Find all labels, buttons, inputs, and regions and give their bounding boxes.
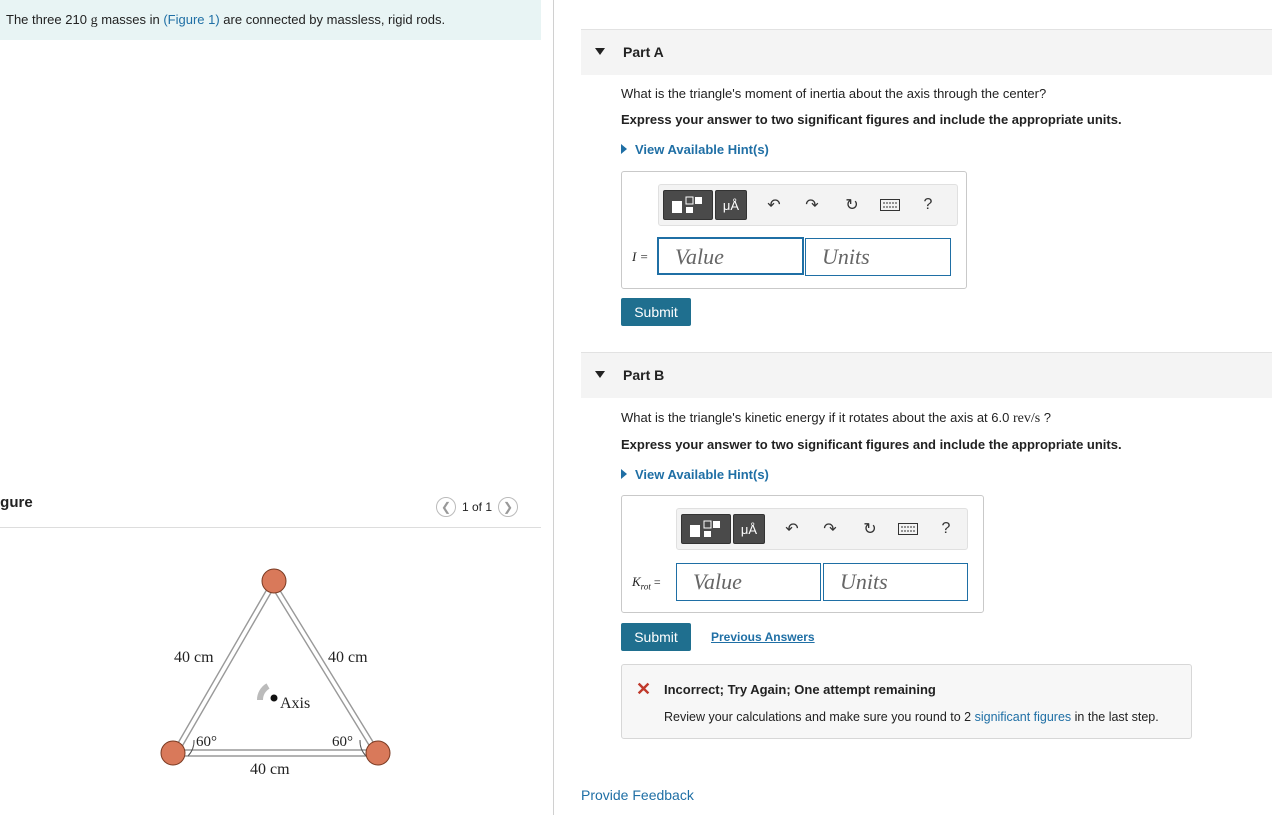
provide-feedback-link[interactable]: Provide Feedback (581, 787, 694, 803)
caret-right-icon (621, 469, 627, 479)
left-mass (160, 740, 186, 766)
top-mass (261, 568, 287, 594)
figure-link[interactable]: (Figure 1) (163, 12, 219, 27)
panel-divider (553, 0, 554, 815)
figure-divider (0, 527, 541, 528)
part-b-answer-box: μÅ ↶ ↷ ↻ ? Krot = Value Units (621, 495, 984, 613)
help-icon[interactable]: ? (917, 194, 939, 216)
templates-icon[interactable] (663, 190, 713, 220)
part-b-instruction: Express your answer to two significant f… (621, 437, 1122, 452)
feedback-title: Incorrect; Try Again; One attempt remain… (664, 682, 936, 697)
reset-icon[interactable]: ↻ (841, 194, 863, 216)
help-icon[interactable]: ? (935, 518, 957, 540)
part-a-title: Part A (623, 44, 664, 60)
part-a-answer-box: μÅ ↶ ↷ ↻ ? I = Value Units (621, 171, 967, 289)
part-b-question: What is the triangle's kinetic energy if… (621, 410, 1051, 427)
templates-icon[interactable] (681, 514, 731, 544)
right-side-label: 40 cm (328, 649, 368, 666)
part-a-instruction: Express your answer to two significant f… (621, 112, 1122, 127)
part-a-hint-link[interactable]: View Available Hint(s) (621, 142, 769, 157)
value-input[interactable]: Value (657, 237, 804, 275)
axis-point (270, 694, 278, 702)
variable-eq: = (650, 575, 661, 589)
variable-main: K (632, 574, 641, 589)
part-a-question: What is the triangle's moment of inertia… (621, 86, 1047, 101)
right-mass (365, 740, 391, 766)
previous-answers-link[interactable]: Previous Answers (711, 630, 815, 644)
part-b-hint-link[interactable]: View Available Hint(s) (621, 467, 769, 482)
question-suffix: ? (1040, 410, 1052, 425)
question-prefix: What is the triangle's kinetic energy if… (621, 410, 1013, 425)
feedback-prefix: Review your calculations and make sure y… (664, 710, 975, 724)
problem-prefix: The three 210 (6, 12, 87, 27)
undo-icon[interactable]: ↶ (763, 194, 785, 216)
units-input[interactable]: Units (823, 563, 968, 601)
variable-krot: Krot = (632, 574, 661, 592)
error-x-icon: ✕ (636, 679, 652, 699)
hint-label: View Available Hint(s) (635, 467, 769, 482)
undo-icon[interactable]: ↶ (781, 518, 803, 540)
part-b-title: Part B (623, 367, 665, 383)
axis-label: Axis (280, 695, 310, 712)
left-side-label: 40 cm (174, 649, 214, 666)
part-b-submit-button[interactable]: Submit (621, 623, 691, 651)
units-button[interactable]: μÅ (715, 190, 747, 220)
right-angle-label: 60° (332, 734, 353, 750)
part-a-header[interactable]: Part A (581, 29, 1272, 75)
variable-i: I = (632, 249, 649, 264)
triangle-figure: 40 cm 40 cm 40 cm 60° 60° Axis (160, 568, 391, 778)
problem-suffix: are connected by massless, rigid rods. (219, 12, 446, 27)
figure-title: igure (0, 494, 33, 511)
part-b-header[interactable]: Part B (581, 352, 1272, 398)
redo-icon[interactable]: ↷ (819, 518, 841, 540)
mass-unit: g (90, 13, 98, 28)
feedback-suffix: in the last step. (1071, 710, 1159, 724)
problem-middle: masses in (97, 12, 164, 27)
chevron-right-icon[interactable]: ❯ (498, 497, 519, 517)
feedback-box: ✕ Incorrect; Try Again; One attempt rema… (621, 664, 1192, 739)
redo-icon[interactable]: ↷ (801, 194, 823, 216)
bottom-side-label: 40 cm (250, 761, 290, 778)
math-toolbar: μÅ ↶ ↷ ↻ ? (676, 508, 968, 550)
caret-down-icon (595, 48, 605, 55)
figure-pager: ❮ 1 of 1 ❯ (436, 497, 519, 517)
keyboard-icon[interactable] (897, 518, 919, 540)
right-angle-arc (359, 739, 367, 757)
left-angle-arc (187, 739, 195, 757)
reset-icon[interactable]: ↻ (859, 518, 881, 540)
part-a-submit-button[interactable]: Submit (621, 298, 691, 326)
keyboard-icon[interactable] (879, 194, 901, 216)
problem-statement: The three 210 g masses in (Figure 1) are… (0, 0, 541, 40)
rotation-arrow-icon (256, 683, 270, 701)
significant-figures-link[interactable]: significant figures (975, 710, 1072, 724)
rods (173, 583, 379, 757)
left-angle-label: 60° (196, 734, 217, 750)
feedback-message: Review your calculations and make sure y… (664, 710, 1159, 724)
units-input[interactable]: Units (805, 238, 951, 276)
question-unit: rev/s (1012, 411, 1041, 426)
variable-sub: rot (640, 581, 651, 592)
pager-text: 1 of 1 (462, 500, 493, 514)
caret-down-icon (595, 371, 605, 378)
caret-right-icon (621, 144, 627, 154)
math-toolbar: μÅ ↶ ↷ ↻ ? (658, 184, 958, 226)
value-input[interactable]: Value (676, 563, 821, 601)
units-button[interactable]: μÅ (733, 514, 765, 544)
hint-label: View Available Hint(s) (635, 142, 769, 157)
chevron-left-icon[interactable]: ❮ (436, 497, 456, 517)
